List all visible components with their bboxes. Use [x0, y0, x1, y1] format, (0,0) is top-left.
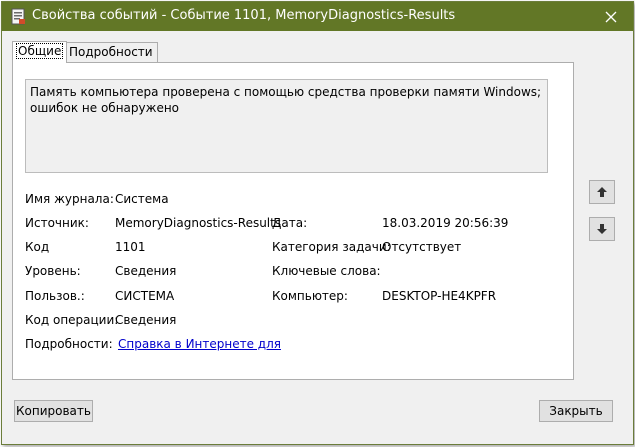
arrow-down-icon	[597, 224, 607, 234]
task-category-label: Категория задачи:	[272, 240, 391, 254]
next-event-button[interactable]	[589, 217, 615, 241]
opcode-value: Сведения	[115, 313, 177, 327]
keywords-label: Ключевые слова:	[272, 264, 381, 278]
tab-details-label: Подробности	[69, 45, 153, 59]
user-value: СИСТЕМА	[115, 289, 175, 303]
tab-general-label: Общие	[15, 43, 64, 59]
close-window-button[interactable]	[589, 2, 633, 31]
task-category-value: Отсутствует	[382, 240, 462, 254]
computer-value: DESKTOP-HE4KPFR	[382, 289, 497, 303]
copy-button[interactable]: Копировать	[14, 400, 93, 422]
online-help-link[interactable]: Справка в Интернете для	[118, 337, 281, 351]
arrow-up-icon	[597, 187, 607, 197]
date-value: 18.03.2019 20:56:39	[382, 216, 509, 230]
previous-event-button[interactable]	[589, 180, 615, 204]
log-name-label: Имя журнала:	[25, 192, 114, 206]
title-bar[interactable]: Свойства событий - Событие 1101, MemoryD…	[2, 2, 633, 31]
event-viewer-icon	[10, 8, 26, 25]
event-properties-window: Свойства событий - Событие 1101, MemoryD…	[1, 1, 634, 445]
opcode-label: Код операции:	[25, 313, 119, 327]
general-tab-panel: Память компьютера проверена с помощью ср…	[12, 62, 574, 380]
user-label: Пользов.:	[25, 289, 85, 303]
source-label: Источник:	[25, 216, 89, 230]
copy-button-label: Копировать	[16, 404, 91, 418]
close-button-label: Закрыть	[549, 404, 603, 418]
date-label: Дата:	[272, 216, 308, 230]
event-description-text: Память компьютера проверена с помощью ср…	[30, 85, 542, 115]
event-description[interactable]: Память компьютера проверена с помощью ср…	[25, 79, 548, 173]
window-title: Свойства событий - Событие 1101, MemoryD…	[32, 8, 456, 23]
level-value: Сведения	[115, 264, 177, 278]
event-id-label: Код	[25, 240, 50, 254]
close-button[interactable]: Закрыть	[539, 400, 613, 422]
more-info-label: Подробности:	[25, 337, 113, 351]
computer-label: Компьютер:	[272, 289, 348, 303]
close-icon	[605, 11, 617, 22]
event-id-value: 1101	[115, 240, 146, 254]
source-value: MemoryDiagnostics-Results	[115, 216, 282, 230]
log-name-value: Система	[115, 192, 169, 206]
level-label: Уровень:	[25, 264, 81, 278]
tab-details[interactable]: Подробности	[64, 42, 158, 62]
tab-general[interactable]: Общие	[12, 41, 68, 63]
